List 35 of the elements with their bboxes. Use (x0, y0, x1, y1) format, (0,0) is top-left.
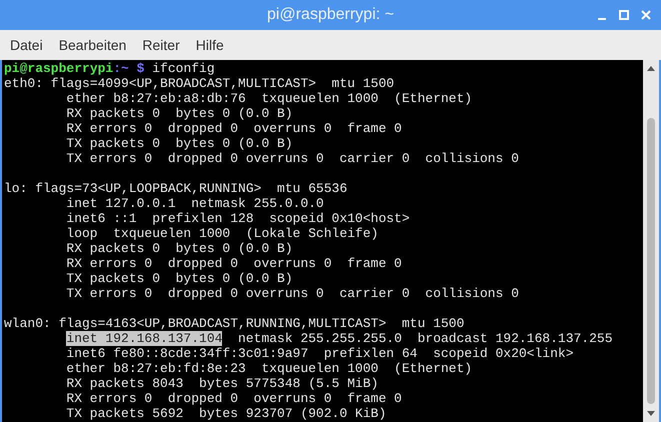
scrollbar-thumb[interactable] (647, 118, 655, 404)
terminal-text: TX packets 5692 bytes 923707 (902.0 KiB) (66, 406, 386, 421)
terminal-text: TX packets 0 bytes 0 (0.0 B) (66, 271, 293, 286)
terminal-text: RX packets 0 bytes 0 (0.0 B) (66, 241, 293, 256)
terminal-text: RX errors 0 dropped 0 overruns 0 frame 0 (66, 391, 402, 406)
minimize-icon (598, 18, 606, 20)
menu-item[interactable]: Reiter (134, 37, 188, 53)
terminal-text: TX errors 0 dropped 0 overruns 0 carrier 0 collisions 0 (66, 151, 519, 166)
terminal-text: RX packets 0 bytes 0 (0.0 B) (66, 106, 293, 121)
terminal-text: lo: flags=73<UP,LOOPBACK,RUNNING> mtu 65536 (4, 181, 348, 196)
menu-item[interactable]: Hilfe (188, 37, 232, 53)
menu-item[interactable]: Datei (2, 37, 51, 53)
maximize-icon (619, 10, 629, 20)
terminal-text: TX errors 0 dropped 0 overruns 0 carrier 0 collisions 0 (66, 286, 519, 301)
terminal-text: inet6 ::1 prefixlen 128 scopeid 0x10<host> (66, 211, 410, 226)
terminal-text: inet 127.0.0.1 netmask 255.0.0.0 (66, 196, 324, 211)
terminal-text: ifconfig (151, 61, 215, 76)
terminal-text: loop txqueuelen 1000 (Lokale Schleife) (66, 226, 378, 241)
window-title: pi@raspberrypi: ~ (267, 6, 394, 24)
terminal-text: RX errors 0 dropped 0 overruns 0 frame 0 (66, 121, 402, 136)
selected-text: inet 192.168.137.104 (66, 331, 222, 346)
terminal-text: TX packets 0 bytes 0 (0.0 B) (66, 136, 293, 151)
prompt-user-host: pi@raspberrypi (4, 61, 114, 76)
terminal-text: wlan0: flags=4163<UP,BROADCAST,RUNNING,MULTICAST> mtu 1500 (4, 316, 464, 331)
terminal-text: netmask 255.255.255.0 broadcast 192.168.137.255 (237, 331, 613, 346)
terminal-text: inet6 fe80::8cde:34ff:3c01:9a97 prefixlen 64 scopeid 0x20<link> (66, 346, 574, 361)
terminal-text: RX packets 8043 bytes 5775348 (5.5 MiB) (66, 376, 378, 391)
terminal-text: ether b8:27:eb:a8:db:76 txqueuelen 1000 (Ethernet) (66, 91, 472, 106)
menu-item[interactable]: Bearbeiten (50, 37, 134, 53)
terminal-text: eth0: flags=4099<UP,BROADCAST,MULTICAST> mtu 1500 (4, 76, 394, 91)
prompt-path: :~ $ (113, 61, 144, 76)
scrollbar[interactable] (643, 60, 659, 422)
close-icon (641, 10, 651, 20)
terminal-text: ether b8:27:eb:fd:8e:23 txqueuelen 1000 (Ethernet) (66, 361, 472, 376)
terminal-text: RX errors 0 dropped 0 overruns 0 frame 0 (66, 256, 402, 271)
